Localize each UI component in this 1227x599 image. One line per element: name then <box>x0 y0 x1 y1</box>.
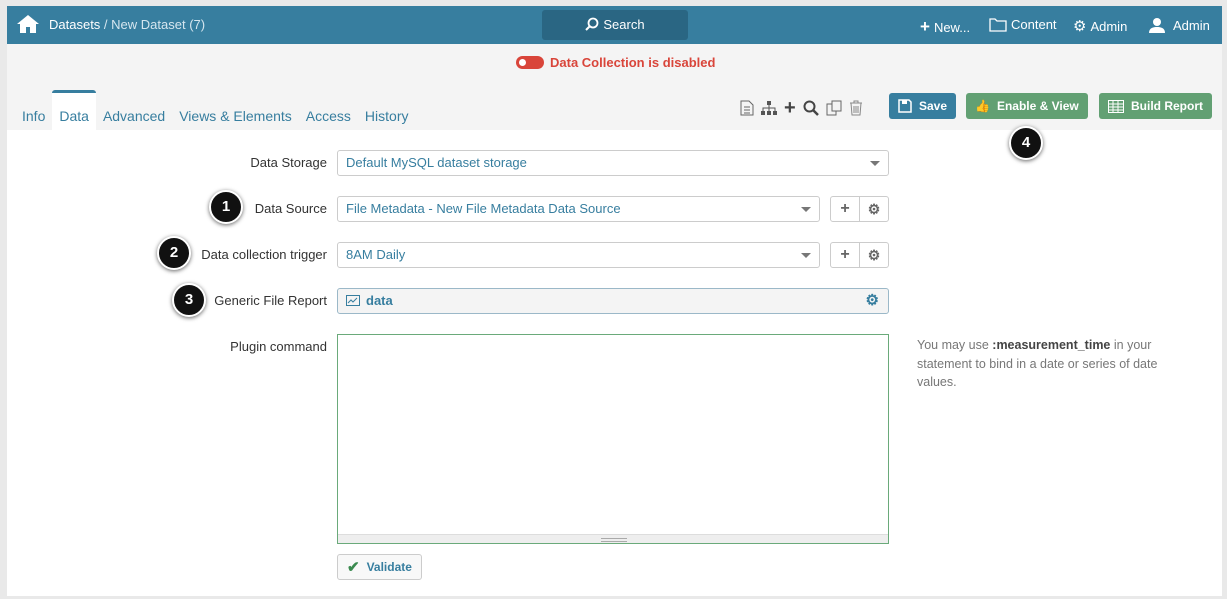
breadcrumb-datasets[interactable]: Datasets <box>49 17 100 32</box>
toolbar-area: Data Collection is disabled Info Data Ad… <box>7 44 1222 130</box>
breadcrumb: Datasets / New Dataset (7) <box>49 17 205 32</box>
add-data-source-button[interactable]: + <box>830 196 860 222</box>
search-icon[interactable] <box>803 100 819 116</box>
admin-settings-menu[interactable]: ⚙ Admin <box>1073 17 1127 35</box>
report-field[interactable]: data ⚙ <box>337 288 889 314</box>
search-label: Search <box>603 17 645 32</box>
tab-advanced[interactable]: Advanced <box>96 90 172 130</box>
trigger-label: Data collection trigger <box>201 247 327 262</box>
top-navbar: Datasets / New Dataset (7) Search + New..… <box>7 6 1222 44</box>
gear-icon: ⚙ <box>867 246 881 263</box>
tab-views-elements[interactable]: Views & Elements <box>172 90 299 130</box>
toolbar-icons: + <box>740 98 863 118</box>
status-text: Data Collection is disabled <box>550 55 716 70</box>
new-label: New... <box>933 19 971 35</box>
data-collection-status[interactable]: Data Collection is disabled <box>516 55 715 70</box>
new-menu[interactable]: + New... <box>920 17 970 37</box>
validate-label: Validate <box>366 560 412 574</box>
plugin-command-label: Plugin command <box>230 339 327 354</box>
gear-icon: ⚙ <box>867 200 881 217</box>
help-text: You may use :measurement_time in your st… <box>917 336 1182 392</box>
callout-4: 4 <box>1009 126 1043 160</box>
tab-bar: Info Data Advanced Views & Elements Acce… <box>15 90 415 130</box>
build-report-button[interactable]: Build Report <box>1099 93 1212 119</box>
user-menu[interactable]: Admin <box>1149 17 1210 33</box>
tab-history[interactable]: History <box>358 90 416 130</box>
search-icon <box>585 17 599 31</box>
chevron-down-icon <box>801 253 811 258</box>
copy-icon[interactable] <box>826 100 842 116</box>
table-icon <box>1108 99 1124 113</box>
add-trigger-button[interactable]: + <box>830 242 860 268</box>
save-label: Save <box>919 99 948 113</box>
data-storage-label: Data Storage <box>250 155 327 170</box>
tab-access[interactable]: Access <box>299 90 358 130</box>
data-source-value: File Metadata - New File Metadata Data S… <box>346 201 621 216</box>
breadcrumb-current: New Dataset (7) <box>111 17 206 32</box>
thumbs-up-icon: 👍 <box>975 99 990 113</box>
report-icon <box>346 295 360 306</box>
enable-view-label: Enable & View <box>996 99 1079 113</box>
report-label: Generic File Report <box>214 293 327 308</box>
trash-icon[interactable] <box>849 100 863 116</box>
user-icon <box>1149 18 1165 33</box>
home-icon[interactable] <box>16 14 40 37</box>
build-report-label: Build Report <box>1131 99 1203 113</box>
plus-icon: + <box>840 200 850 217</box>
check-icon: ✔ <box>347 559 360 576</box>
callout-3: 3 <box>172 283 206 317</box>
validate-button[interactable]: ✔ Validate <box>337 554 422 580</box>
enable-view-button[interactable]: 👍 Enable & View <box>966 93 1088 119</box>
content-label: Content <box>1011 17 1057 32</box>
hierarchy-icon[interactable] <box>761 100 777 116</box>
data-source-label: Data Source <box>254 201 327 216</box>
data-collection-toggle[interactable] <box>516 56 544 69</box>
gear-icon[interactable]: ⚙ <box>866 289 879 313</box>
document-icon[interactable] <box>740 100 754 116</box>
data-source-select[interactable]: File Metadata - New File Metadata Data S… <box>337 196 820 222</box>
user-label: Admin <box>1173 17 1210 33</box>
hint-bold: :measurement_time <box>992 338 1111 352</box>
plugin-command-textarea[interactable] <box>337 334 889 544</box>
admin-settings-label: Admin <box>1090 18 1128 34</box>
breadcrumb-separator: / <box>100 17 112 32</box>
folder-icon <box>989 18 1007 32</box>
tab-info[interactable]: Info <box>15 90 52 130</box>
tab-data[interactable]: Data <box>52 90 96 130</box>
plus-icon: + <box>920 17 930 36</box>
content-menu[interactable]: Content <box>989 17 1057 32</box>
data-source-settings-button[interactable]: ⚙ <box>859 196 889 222</box>
save-icon <box>898 99 912 113</box>
chevron-down-icon <box>801 207 811 212</box>
data-storage-select[interactable]: Default MySQL dataset storage <box>337 150 889 176</box>
report-value: data <box>366 293 393 308</box>
data-storage-value: Default MySQL dataset storage <box>346 155 527 170</box>
hint-text-pre: You may use <box>917 338 993 352</box>
gear-icon: ⚙ <box>1073 18 1087 35</box>
chevron-down-icon <box>870 161 880 166</box>
save-button[interactable]: Save <box>889 93 957 119</box>
search-button[interactable]: Search <box>542 10 688 40</box>
plus-icon[interactable]: + <box>784 98 796 118</box>
trigger-value: 8AM Daily <box>346 247 406 262</box>
callout-2: 2 <box>157 236 191 270</box>
callout-1: 1 <box>209 190 243 224</box>
app-window: Datasets / New Dataset (7) Search + New..… <box>7 6 1222 596</box>
trigger-select[interactable]: 8AM Daily <box>337 242 820 268</box>
trigger-settings-button[interactable]: ⚙ <box>859 242 889 268</box>
plus-icon: + <box>840 246 850 263</box>
resize-handle[interactable] <box>338 534 888 543</box>
